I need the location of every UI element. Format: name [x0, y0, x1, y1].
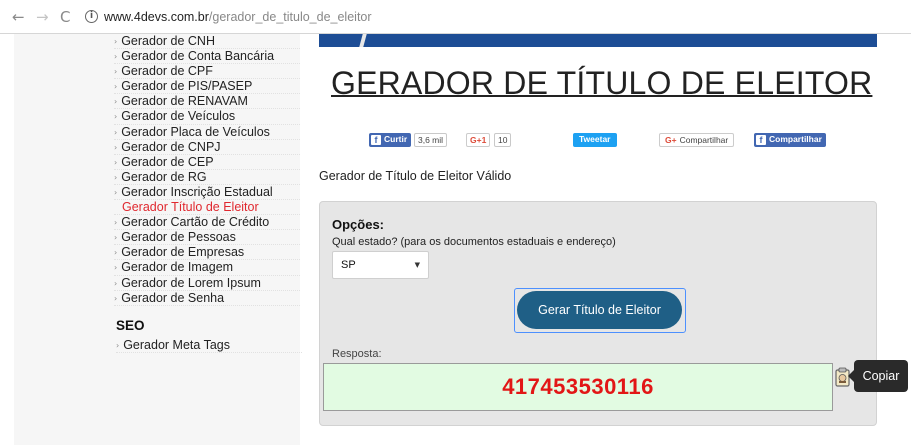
sidebar-item[interactable]: › Gerador de Pessoas: [114, 230, 300, 246]
chevron-right-icon: ›: [114, 187, 118, 197]
state-select-value: SP: [341, 259, 356, 271]
sidebar-item[interactable]: › Gerador Cartão de Crédito: [114, 215, 300, 231]
options-heading: Opções:: [332, 217, 385, 232]
google-plus-icon: G+: [665, 135, 677, 145]
tweet-button[interactable]: Tweetar: [573, 133, 617, 147]
sidebar-item-label: Gerador de Lorem Ipsum: [121, 275, 261, 290]
sidebar-item-label: Gerador de CNPJ: [121, 139, 221, 154]
facebook-like-button[interactable]: f Curtir: [369, 133, 412, 147]
sidebar-item[interactable]: › Gerador de RENAVAM: [114, 94, 300, 110]
generate-button[interactable]: Gerar Título de Eleitor: [517, 291, 682, 329]
chevron-right-icon: ›: [114, 127, 118, 137]
facebook-like-label: Curtir: [384, 134, 408, 144]
sidebar-item-label: Gerador Título de Eleitor: [122, 200, 259, 215]
sidebar-item-label: Gerador de Imagem: [121, 260, 234, 275]
copy-tooltip: Copiar: [848, 360, 908, 392]
facebook-like-count: 3,6 mil: [414, 133, 448, 147]
sidebar-item-label: Gerador de CEP: [121, 154, 214, 169]
sidebar-item[interactable]: › Gerador de CEP: [114, 155, 300, 170]
sidebar-item-label: Gerador de Senha: [121, 290, 225, 305]
options-panel: Opções: Qual estado? (para os documentos…: [319, 201, 877, 426]
facebook-share-button[interactable]: f Compartilhar: [754, 133, 826, 147]
sidebar-item-label: Gerador de Conta Bancária: [121, 49, 275, 64]
chevron-right-icon: ›: [114, 142, 118, 152]
sidebar-item[interactable]: › Gerador de PIS/PASEP: [114, 79, 300, 95]
sidebar-item[interactable]: › Gerador de Senha: [114, 291, 300, 306]
site-info-icon[interactable]: i: [85, 10, 98, 23]
response-value: 417453530116: [502, 374, 654, 399]
sidebar-item-label: Gerador de Veículos: [121, 109, 236, 124]
sidebar-item[interactable]: › Gerador de RG: [114, 170, 300, 185]
sidebar-item[interactable]: › Gerador de Veículos: [114, 109, 300, 125]
sidebar-item[interactable]: › Gerador de CPF: [114, 64, 300, 80]
page-subtitle: Gerador de Título de Eleitor Válido: [319, 169, 512, 183]
google-plus-count: 10: [494, 133, 512, 147]
facebook-icon: f: [371, 135, 381, 145]
google-plus-one-button[interactable]: G+1: [466, 133, 491, 147]
chevron-right-icon: ›: [116, 341, 120, 350]
url-path: /gerador_de_titulo_de_eleitor: [208, 10, 372, 24]
sidebar-item-label: Gerador de Pessoas: [121, 230, 236, 245]
sidebar-item-label: Gerador de RENAVAM: [121, 94, 248, 109]
chevron-down-icon: ▼: [414, 261, 420, 269]
facebook-icon: f: [756, 135, 766, 145]
chevron-right-icon: ›: [114, 97, 118, 107]
sidebar: › Gerador de CNH › Gerador de Conta Bancári…: [14, 34, 302, 445]
reload-icon[interactable]: C: [60, 9, 70, 25]
facebook-share-label: Compartilhar: [769, 134, 822, 144]
chevron-right-icon: ›: [114, 157, 118, 167]
chevron-right-icon: ›: [114, 218, 118, 228]
generate-button-focus-ring: Gerar Título de Eleitor: [514, 288, 686, 333]
tweet-label: Tweetar: [579, 134, 611, 144]
chevron-right-icon: ›: [114, 263, 118, 273]
sidebar-item[interactable]: › Gerador Inscrição Estadual: [114, 184, 300, 201]
banner-decoration: [359, 34, 367, 47]
chevron-right-icon: ›: [114, 293, 118, 303]
google-share-button[interactable]: G+ Compartilhar: [659, 133, 735, 147]
sidebar-item-label: Gerador Inscrição Estadual: [121, 184, 273, 199]
url-host: www.4devs.com.br: [104, 10, 209, 24]
chevron-right-icon: ›: [114, 82, 118, 92]
chevron-right-icon: ›: [114, 172, 118, 182]
chevron-right-icon: ›: [114, 233, 118, 243]
google-share-label: Compartilhar: [679, 135, 729, 145]
url-field[interactable]: www.4devs.com.br/gerador_de_titulo_de_el…: [104, 10, 372, 24]
page-title: GERADOR DE TÍTULO DE ELEITOR: [331, 65, 873, 101]
sidebar-item-label: Gerador de Empresas: [121, 245, 245, 260]
sidebar-item-meta-tags[interactable]: › Gerador Meta Tags: [116, 338, 302, 354]
sidebar-item[interactable]: › Gerador de Lorem Ipsum: [114, 276, 300, 291]
sidebar-item[interactable]: › Gerador de Imagem: [114, 260, 300, 276]
sidebar-item-label: Gerador de CNH: [121, 34, 215, 48]
sidebar-item[interactable]: Gerador Título de Eleitor: [114, 200, 300, 216]
response-label: Resposta:: [332, 348, 382, 360]
sidebar-item[interactable]: › Gerador de CNH: [114, 34, 300, 50]
state-select[interactable]: SP ▼: [332, 251, 429, 279]
chevron-right-icon: ›: [114, 112, 118, 122]
sidebar-item[interactable]: › Gerador de Conta Bancária: [114, 49, 300, 65]
header-banner: [319, 34, 877, 47]
sidebar-item[interactable]: › Gerador de Empresas: [114, 245, 300, 261]
sidebar-item-label: Gerador de PIS/PASEP: [121, 79, 253, 94]
sidebar-item-label: Gerador de CPF: [121, 64, 213, 79]
sidebar-item-label: Gerador Placa de Veículos: [121, 124, 270, 139]
response-output[interactable]: 417453530116: [323, 363, 833, 411]
back-icon[interactable]: ←: [12, 9, 25, 25]
chevron-right-icon: ›: [114, 67, 118, 77]
sidebar-item[interactable]: › Gerador de CNPJ: [114, 140, 300, 155]
chevron-right-icon: ›: [114, 248, 118, 258]
sidebar-item-label: Gerador de RG: [121, 169, 207, 184]
chevron-right-icon: ›: [114, 37, 118, 46]
chevron-right-icon: ›: [114, 52, 118, 62]
forward-icon[interactable]: →: [36, 9, 49, 25]
sidebar-item-label: Gerador Cartão de Crédito: [121, 215, 270, 230]
chevron-right-icon: ›: [114, 278, 118, 288]
sidebar-item[interactable]: › Gerador Placa de Veículos: [114, 125, 300, 140]
state-question-label: Qual estado? (para os documentos estadua…: [332, 236, 616, 248]
address-bar: ← → C i www.4devs.com.br/gerador_de_titu…: [0, 0, 911, 34]
sidebar-menu: › Gerador de CNH › Gerador de Conta Bancári…: [114, 34, 300, 306]
sidebar-item-label: Gerador Meta Tags: [123, 338, 230, 352]
sidebar-heading-seo: SEO: [116, 318, 145, 333]
